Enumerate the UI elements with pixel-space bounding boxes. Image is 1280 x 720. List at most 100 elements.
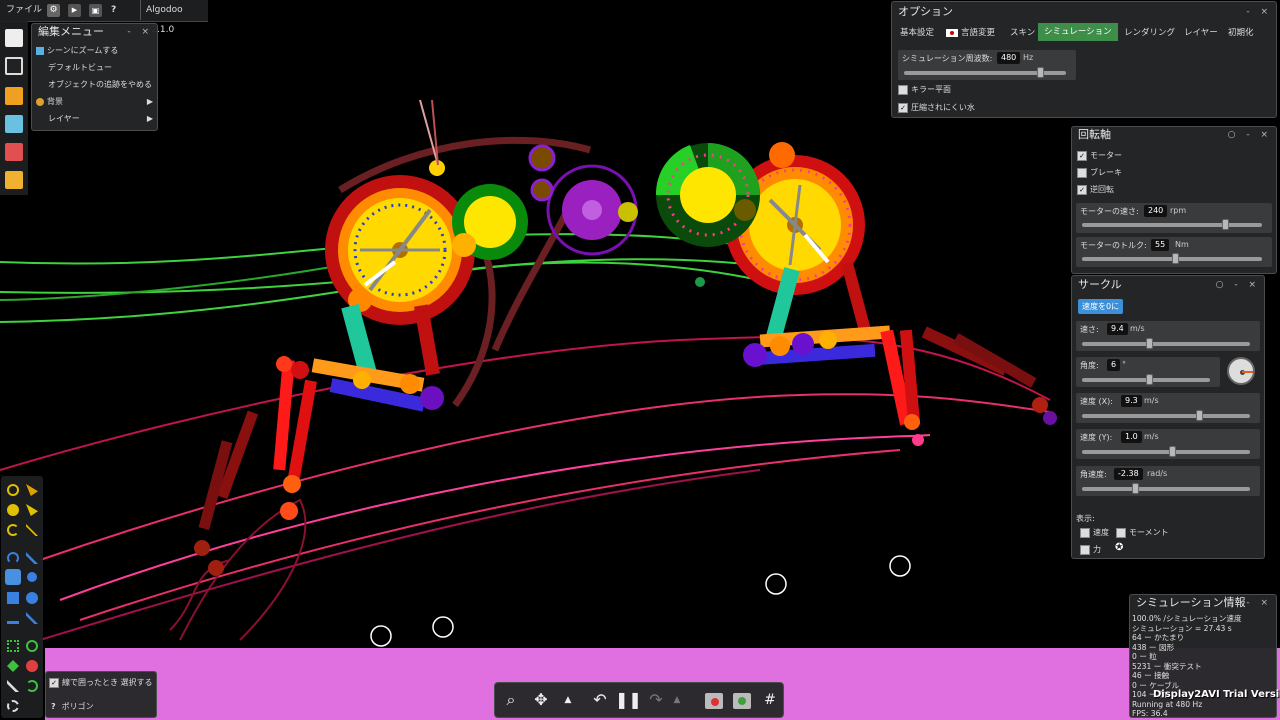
show-velocity-checkbox[interactable] — [1080, 527, 1090, 538]
polygon-tool-icon[interactable] — [5, 569, 21, 585]
plane-tool-icon[interactable] — [7, 612, 19, 624]
motor-option[interactable]: ✓ モーター — [1077, 150, 1122, 161]
lasso-select-option[interactable]: ✓ 線で囲ったとき 選択する — [49, 677, 153, 688]
motor-speed-value[interactable]: 240 — [1144, 205, 1168, 217]
show-moment-option[interactable]: モーメント — [1116, 527, 1169, 538]
help-icon[interactable]: ? — [111, 0, 116, 20]
killer-plane-checkbox[interactable] — [898, 84, 908, 95]
circle-tool-icon[interactable] — [26, 592, 38, 604]
chevron-up-icon[interactable]: ▲ — [670, 687, 684, 713]
sim-frequency-value[interactable]: 480 — [997, 52, 1021, 64]
tab-simulation[interactable]: シミュレーション — [1038, 23, 1118, 41]
panel-controls[interactable]: - × — [1246, 2, 1272, 22]
box-tool-icon[interactable] — [7, 592, 19, 604]
laser-tool-icon[interactable] — [26, 660, 38, 672]
show-force-checkbox[interactable] — [1080, 544, 1090, 555]
file-menu[interactable]: ファイル — [6, 0, 42, 20]
redo-icon[interactable]: ↷ — [643, 687, 669, 713]
velocity-y-slider[interactable] — [1082, 446, 1250, 457]
left-gear-assembly[interactable] — [194, 99, 638, 576]
tracer-tool-icon[interactable] — [26, 504, 38, 516]
brake-checkbox[interactable] — [1077, 167, 1087, 178]
show-moment-checkbox[interactable] — [1116, 527, 1126, 538]
chain-tool-icon[interactable] — [7, 680, 19, 692]
save-icon[interactable] — [5, 57, 23, 75]
motor-torque-value[interactable]: 55 — [1151, 239, 1170, 251]
tab-rendering[interactable]: レンダリング — [1124, 26, 1175, 38]
gear-icon[interactable]: ✪ — [1115, 542, 1123, 553]
panel-controls[interactable]: - × — [1246, 595, 1272, 611]
speed-slider[interactable] — [1082, 338, 1250, 349]
motor-torque-slider[interactable] — [1082, 253, 1262, 264]
lasso-select-checkbox[interactable]: ✓ — [49, 677, 59, 688]
sim-frequency-slider[interactable] — [904, 67, 1066, 78]
air-friction-icon[interactable] — [729, 687, 755, 713]
pause-icon[interactable]: ❚❚ — [615, 687, 642, 713]
window-icon[interactable]: ▣ — [89, 4, 102, 17]
rotate-tool-icon[interactable] — [7, 524, 19, 536]
thruster-tool-icon[interactable] — [7, 660, 19, 672]
angular-velocity-slider[interactable] — [1082, 483, 1250, 494]
menu-item-background[interactable]: 背景 ▶ — [36, 95, 153, 109]
knife-tool-icon[interactable] — [26, 552, 38, 564]
scene-library-icon[interactable] — [5, 115, 23, 133]
motor-speed-slider[interactable] — [1082, 219, 1262, 230]
slider-knob[interactable] — [1036, 67, 1044, 78]
angle-dial-icon[interactable] — [1227, 357, 1255, 385]
tab-skin[interactable]: スキン — [1010, 26, 1035, 38]
angle-slider[interactable] — [1082, 374, 1210, 385]
panel-controls[interactable]: - × — [127, 24, 153, 40]
menu-item-stop-tracking[interactable]: オブジェクトの追跡をやめる — [48, 78, 152, 92]
slider-knob[interactable] — [1196, 410, 1204, 421]
velocity-y-value[interactable]: 1.0 — [1121, 431, 1142, 443]
slider-knob[interactable] — [1172, 253, 1179, 264]
loose-circles[interactable] — [370, 555, 911, 647]
slider-knob[interactable] — [1146, 374, 1153, 385]
open-folder-icon[interactable] — [5, 87, 23, 105]
scale-tool-icon[interactable] — [26, 524, 38, 536]
reverse-checkbox[interactable]: ✓ — [1077, 184, 1087, 195]
tab-language[interactable]: 言語変更 — [946, 26, 995, 38]
brake-option[interactable]: ブレーキ — [1077, 167, 1122, 178]
zoom-icon[interactable]: ⌕ — [498, 687, 524, 713]
tab-basic[interactable]: 基本設定 — [900, 26, 934, 38]
gravity-icon[interactable] — [701, 687, 727, 713]
speed-value[interactable]: 9.4 — [1107, 323, 1128, 335]
incompressible-water-option[interactable]: ✓ 圧縮されにくい水 — [898, 102, 975, 113]
menu-item-layer[interactable]: レイヤー ▶ — [48, 112, 153, 126]
hinge-tool-icon[interactable] — [26, 640, 38, 652]
particles-tool-icon[interactable] — [7, 700, 19, 712]
play-icon[interactable]: ▶ — [68, 4, 81, 17]
rope-tool-icon[interactable] — [7, 552, 19, 564]
tab-reset[interactable]: 初期化 — [1228, 26, 1254, 38]
drag-tool-icon[interactable] — [26, 484, 38, 496]
slider-knob[interactable] — [1169, 446, 1177, 457]
velocity-x-slider[interactable] — [1082, 410, 1250, 421]
slider-knob[interactable] — [1222, 219, 1230, 230]
polygon-help[interactable]: ? ポリゴン — [51, 701, 94, 712]
chevron-up-icon[interactable]: ▲ — [561, 687, 575, 713]
move-tool-icon[interactable] — [7, 504, 19, 516]
grid-icon[interactable]: # — [757, 687, 783, 713]
killer-plane-option[interactable]: キラー平面 — [898, 84, 951, 95]
phunlets-icon[interactable] — [5, 143, 23, 161]
angular-velocity-value[interactable]: -2.38 — [1114, 468, 1143, 480]
incompressible-water-checkbox[interactable]: ✓ — [898, 102, 908, 113]
undo-icon[interactable]: ↶ — [587, 687, 613, 713]
menu-item-default-view[interactable]: デフォルトビュー — [48, 61, 112, 75]
gear-tool-icon[interactable] — [27, 572, 37, 582]
slider-knob[interactable] — [1145, 338, 1153, 349]
fixate-tool-icon[interactable] — [7, 640, 19, 652]
browse-icon[interactable] — [5, 171, 23, 189]
velocity-x-value[interactable]: 9.3 — [1121, 395, 1142, 407]
panel-controls[interactable]: ○ - × — [1216, 276, 1260, 294]
angle-value[interactable]: 6 — [1107, 359, 1121, 371]
tab-layer[interactable]: レイヤー — [1184, 26, 1218, 38]
menu-item-zoom-scene[interactable]: シーンにズームする — [36, 44, 118, 58]
reverse-option[interactable]: ✓ 逆回転 — [1077, 184, 1114, 195]
show-velocity-option[interactable]: 速度 — [1080, 527, 1109, 538]
zero-velocity-button[interactable]: 速度を0に — [1078, 299, 1124, 314]
new-scene-icon[interactable] — [5, 29, 23, 47]
spring-tool-icon[interactable] — [26, 612, 38, 624]
tracer-add-tool-icon[interactable] — [26, 680, 38, 692]
